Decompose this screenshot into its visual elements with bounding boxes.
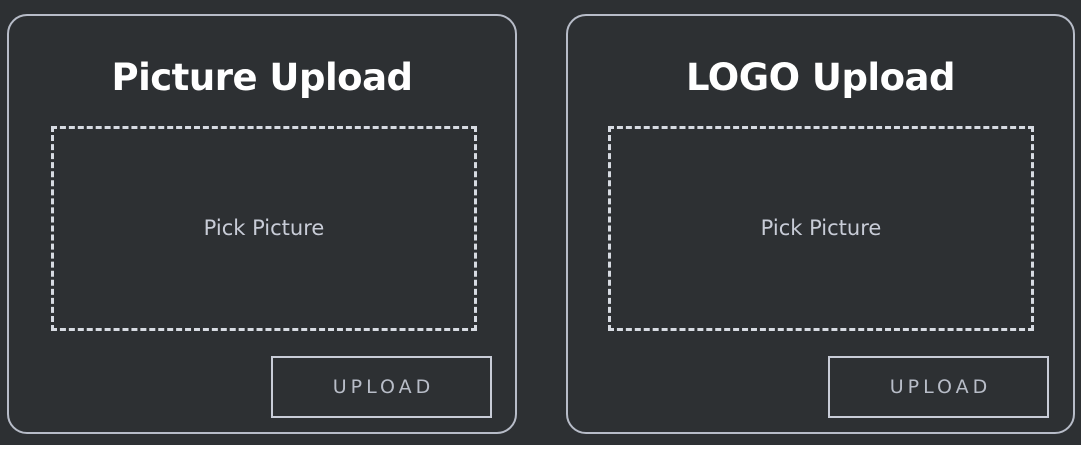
logo-drop-zone[interactable]: Pick Picture [608, 126, 1034, 331]
picture-upload-card: Picture Upload Pick Picture UPLOAD [7, 14, 517, 434]
logo-upload-card: LOGO Upload Pick Picture UPLOAD [566, 14, 1075, 434]
picture-drop-zone[interactable]: Pick Picture [51, 126, 477, 331]
logo-upload-button[interactable]: UPLOAD [828, 356, 1049, 418]
upload-page: Picture Upload Pick Picture UPLOAD LOGO … [0, 0, 1081, 449]
picture-drop-zone-label: Pick Picture [203, 216, 325, 240]
page-bottom-edge [0, 445, 1081, 449]
logo-upload-title: LOGO Upload [685, 56, 956, 99]
picture-upload-button[interactable]: UPLOAD [271, 356, 492, 418]
logo-drop-zone-label: Pick Picture [760, 216, 882, 240]
picture-upload-title: Picture Upload [111, 56, 413, 99]
